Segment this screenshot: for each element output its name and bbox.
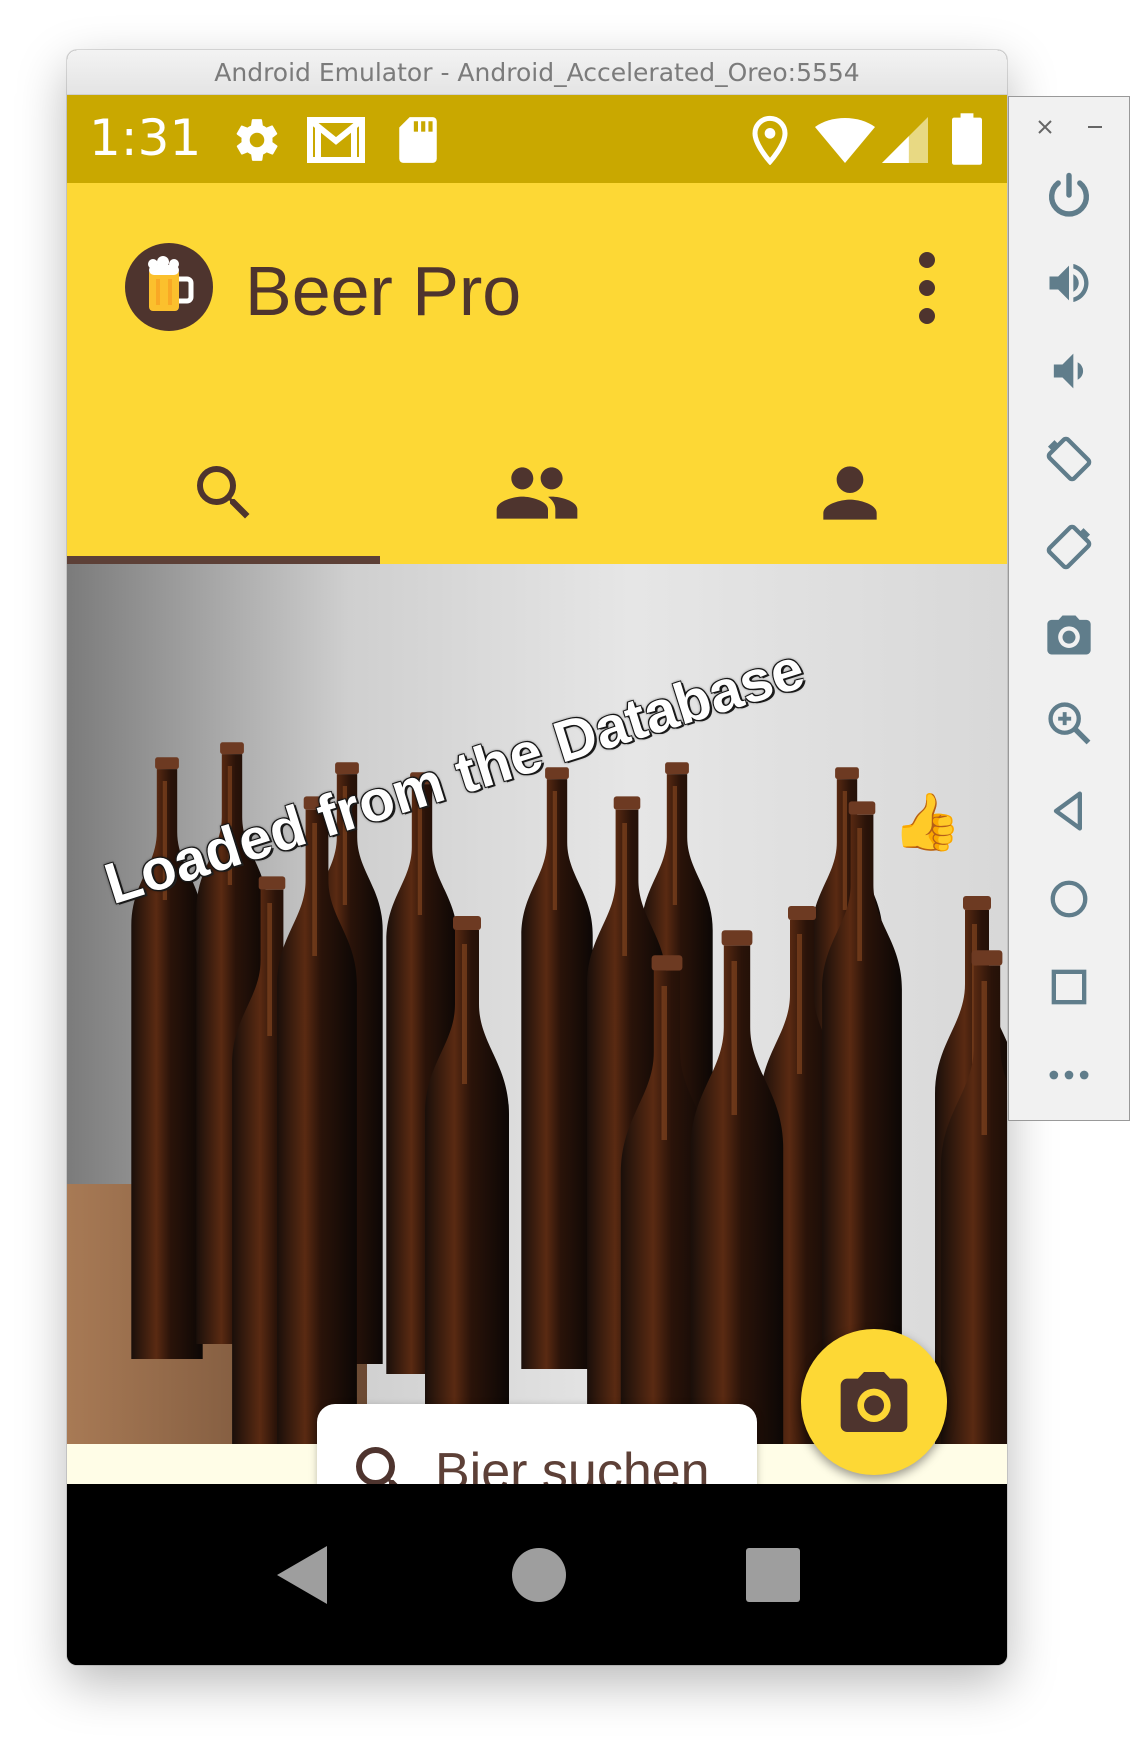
recents-icon[interactable] <box>744 1546 802 1604</box>
more-vert-icon[interactable] <box>912 248 942 328</box>
beer-bottles-image <box>67 564 1007 1444</box>
people-icon <box>496 467 577 519</box>
more-icon[interactable] <box>1043 1049 1095 1101</box>
gmail-icon <box>307 117 365 163</box>
home-icon[interactable] <box>510 1546 568 1604</box>
volume-down-icon[interactable] <box>1043 345 1095 397</box>
device-screen: 1:31 Beer Pro Loaded from the Database 👍… <box>67 95 1007 1665</box>
back-icon[interactable] <box>1043 785 1095 837</box>
camera-icon <box>840 1372 908 1432</box>
close-icon[interactable] <box>1035 117 1055 137</box>
screenshot-icon[interactable] <box>1043 609 1095 661</box>
home-icon[interactable] <box>1043 873 1095 925</box>
window-titlebar[interactable]: Android Emulator - Android_Accelerated_O… <box>67 50 1007 95</box>
emulator-window: Android Emulator - Android_Accelerated_O… <box>67 50 1007 1665</box>
tab-search[interactable] <box>67 423 380 563</box>
thumbs-up-icon: 👍 <box>892 790 962 853</box>
tab-community[interactable] <box>380 423 693 563</box>
navigation-bar <box>67 1484 1007 1665</box>
hero-image: Loaded from the Database 👍 <box>67 564 1007 1444</box>
person-icon <box>822 466 877 520</box>
emulator-control-panel <box>1008 96 1130 1121</box>
window-title: Android Emulator - Android_Accelerated_O… <box>214 57 860 87</box>
beer-mug-icon <box>125 243 213 331</box>
signal-icon <box>882 117 928 163</box>
camera-fab[interactable] <box>801 1329 947 1475</box>
rotate-right-icon[interactable] <box>1043 521 1095 573</box>
status-bar: 1:31 <box>67 95 1007 183</box>
tab-profile[interactable] <box>693 423 1006 563</box>
sd-card-icon <box>399 117 437 163</box>
wifi-icon <box>815 118 875 163</box>
power-icon[interactable] <box>1043 169 1095 221</box>
overview-icon[interactable] <box>1043 961 1095 1013</box>
search-icon <box>196 466 249 519</box>
tab-indicator <box>67 556 380 564</box>
back-icon[interactable] <box>272 1544 332 1606</box>
minimize-icon[interactable] <box>1085 117 1105 137</box>
status-time: 1:31 <box>89 109 202 167</box>
settings-icon <box>236 119 278 161</box>
battery-icon <box>952 113 982 165</box>
app-title: Beer Pro <box>245 252 522 330</box>
location-icon <box>752 115 788 165</box>
app-bar: Beer Pro <box>67 183 1007 564</box>
rotate-left-icon[interactable] <box>1043 433 1095 485</box>
volume-up-icon[interactable] <box>1043 257 1095 309</box>
zoom-icon[interactable] <box>1043 697 1095 749</box>
